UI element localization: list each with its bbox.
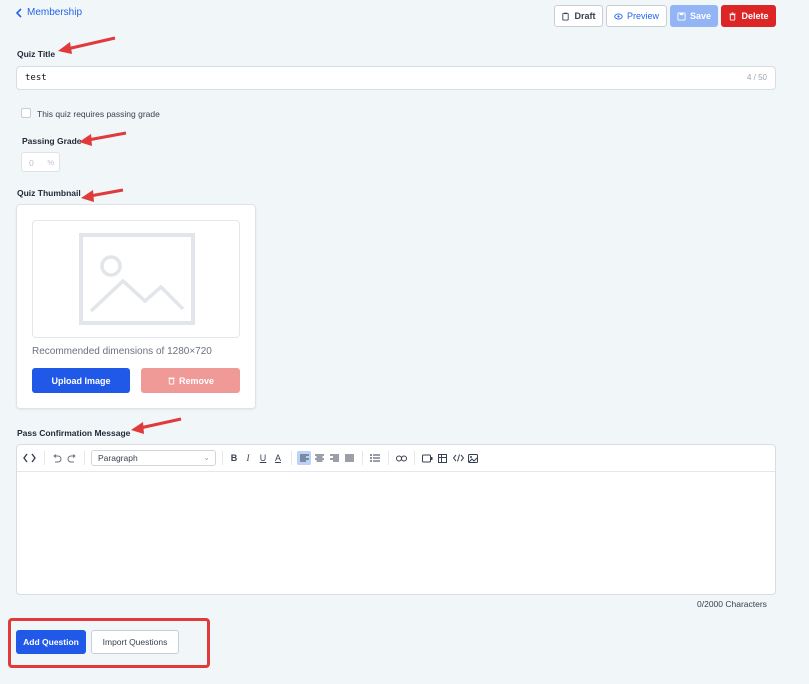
- clipboard-icon: [562, 12, 570, 21]
- italic-icon[interactable]: I: [241, 451, 255, 465]
- quiz-title-value: test: [25, 73, 47, 83]
- percent-unit: %: [47, 158, 54, 167]
- eye-icon: [614, 13, 623, 19]
- add-question-label: Add Question: [23, 637, 79, 647]
- block-format-select[interactable]: Paragraph ⌄: [91, 450, 216, 466]
- editor-content-area[interactable]: [17, 472, 775, 595]
- save-button[interactable]: Save: [670, 5, 718, 27]
- annotation-arrow-icon: [131, 417, 182, 434]
- annotation-arrow-icon: [79, 131, 127, 146]
- passing-grade-checkbox[interactable]: [21, 108, 31, 118]
- undo-icon[interactable]: [50, 451, 64, 465]
- delete-button-label: Delete: [741, 11, 769, 21]
- redo-icon[interactable]: [65, 451, 79, 465]
- quiz-title-label: Quiz Title: [17, 49, 56, 59]
- preview-button[interactable]: Preview: [606, 5, 667, 27]
- toolbar-divider: [222, 451, 223, 465]
- quiz-title-counter: 4 / 50: [746, 73, 767, 82]
- thumbnail-recommendation: Recommended dimensions of 1280×720: [32, 346, 212, 357]
- toolbar-divider: [362, 451, 363, 465]
- quiz-title-input[interactable]: test 4 / 50: [16, 66, 776, 90]
- save-icon: [677, 11, 686, 21]
- passing-grade-input[interactable]: 0 %: [21, 152, 60, 172]
- toolbar-divider: [84, 451, 85, 465]
- delete-button[interactable]: Delete: [721, 5, 776, 27]
- add-question-button[interactable]: Add Question: [16, 630, 86, 654]
- import-questions-button[interactable]: Import Questions: [91, 630, 179, 654]
- media-icon[interactable]: [420, 451, 434, 465]
- bold-icon[interactable]: B: [227, 451, 241, 465]
- back-link[interactable]: Membership: [15, 7, 82, 18]
- editor-toolbar: Paragraph ⌄ B I U A: [17, 445, 775, 472]
- text-color-icon[interactable]: A: [271, 451, 285, 465]
- annotation-arrow-icon: [58, 36, 116, 54]
- thumbnail-preview: [32, 220, 240, 338]
- code-icon[interactable]: [451, 451, 465, 465]
- passing-grade-label: Passing Grade: [22, 136, 82, 146]
- chevron-down-icon: ⌄: [203, 453, 210, 462]
- toolbar-divider: [414, 451, 415, 465]
- quiz-thumbnail-label: Quiz Thumbnail: [17, 188, 81, 198]
- back-link-label: Membership: [27, 7, 83, 18]
- table-icon[interactable]: [435, 451, 449, 465]
- character-count: 0/2000 Characters: [697, 599, 767, 609]
- toolbar-divider: [44, 451, 45, 465]
- upload-image-label: Upload Image: [51, 375, 111, 386]
- source-code-icon[interactable]: [22, 451, 36, 465]
- save-button-label: Save: [689, 11, 712, 21]
- passing-grade-value: 0: [29, 158, 34, 168]
- draft-button-label: Draft: [574, 11, 596, 21]
- rich-text-editor: Paragraph ⌄ B I U A: [16, 444, 776, 595]
- thumbnail-card: Recommended dimensions of 1280×720 Uploa…: [16, 204, 256, 409]
- block-format-value: Paragraph: [98, 453, 138, 463]
- image-placeholder-icon: [79, 233, 195, 325]
- link-icon[interactable]: [394, 451, 408, 465]
- align-right-icon[interactable]: [327, 451, 341, 465]
- align-center-icon[interactable]: [312, 451, 326, 465]
- remove-image-label: Remove: [178, 375, 214, 386]
- trash-icon: [729, 11, 737, 21]
- trash-icon: [168, 377, 175, 385]
- annotation-arrow-icon: [81, 188, 124, 202]
- chevron-left-icon: [15, 7, 22, 18]
- bullet-list-icon[interactable]: [368, 451, 382, 465]
- import-questions-label: Import Questions: [102, 637, 168, 647]
- image-icon[interactable]: [466, 451, 480, 465]
- align-left-icon[interactable]: [297, 451, 311, 465]
- toolbar-divider: [291, 451, 292, 465]
- toolbar-divider: [388, 451, 389, 465]
- preview-button-label: Preview: [626, 11, 659, 21]
- pass-message-label: Pass Confirmation Message: [17, 428, 131, 438]
- align-justify-icon[interactable]: [342, 451, 356, 465]
- draft-button[interactable]: Draft: [554, 5, 603, 27]
- underline-icon[interactable]: U: [256, 451, 270, 465]
- upload-image-button[interactable]: Upload Image: [32, 368, 130, 393]
- remove-image-button[interactable]: Remove: [141, 368, 240, 393]
- passing-grade-checkbox-label: This quiz requires passing grade: [37, 109, 160, 119]
